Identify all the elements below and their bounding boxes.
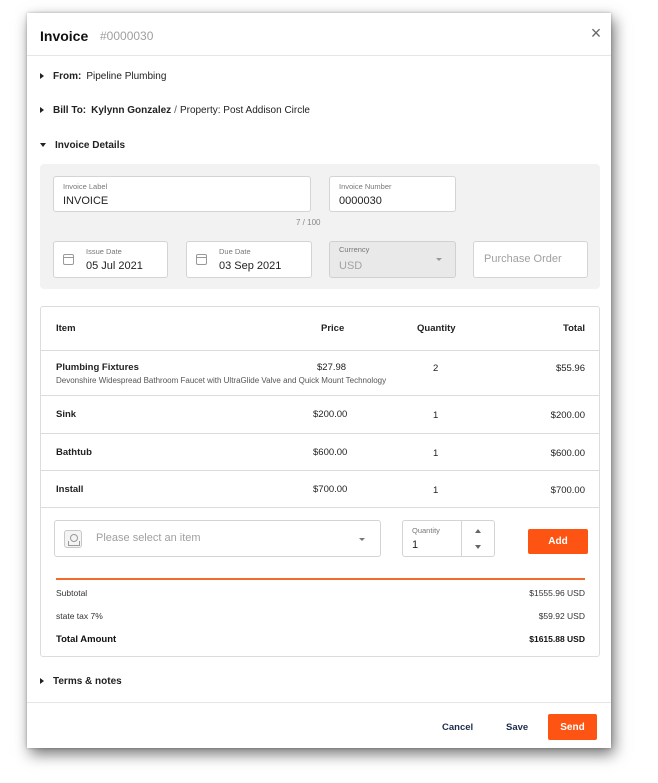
invoice-number-field-label: Invoice Number [339, 182, 392, 191]
bill-to-name: Kylynn Gonzalez [91, 104, 172, 116]
due-date-value: 03 Sep 2021 [219, 260, 282, 272]
from-section-toggle[interactable]: From: Pipeline Plumbing [40, 68, 166, 84]
row-quantity: 2 [433, 363, 439, 374]
quantity-stepper-label: Quantity [412, 526, 440, 535]
issue-date-label: Issue Date [86, 247, 122, 256]
row-item-name: Install [56, 484, 84, 495]
bill-to-separator: / [174, 104, 177, 116]
issue-date-field[interactable]: Issue Date 05 Jul 2021 [53, 241, 168, 278]
row-quantity: 1 [433, 448, 439, 459]
chevron-down-icon [436, 258, 442, 261]
row-item-description: Devonshire Widespread Bathroom Faucet wi… [56, 376, 387, 385]
item-select-placeholder: Please select an item [96, 532, 201, 544]
caret-right-icon [40, 73, 44, 79]
send-button[interactable]: Send [548, 714, 597, 740]
totals-divider [56, 578, 585, 580]
invoice-number-label: #0000030 [100, 29, 154, 43]
row-total: $200.00 [550, 410, 585, 421]
footer-divider [27, 702, 611, 703]
calendar-icon [63, 254, 74, 265]
due-date-label: Due Date [219, 247, 251, 256]
row-price: $600.00 [313, 447, 348, 458]
table-row[interactable]: Install $700.00 1 $700.00 [41, 471, 599, 508]
calendar-icon [196, 254, 207, 265]
invoice-details-panel: Invoice Label INVOICE 7 / 100 Invoice Nu… [40, 164, 600, 289]
cancel-button[interactable]: Cancel [442, 722, 473, 733]
total-amount-value: $1615.88 USD [529, 634, 585, 644]
caret-down-icon [40, 143, 46, 147]
quantity-spinner [461, 521, 494, 556]
item-select[interactable]: Please select an item [54, 520, 381, 557]
table-row[interactable]: Sink $200.00 1 $200.00 [41, 396, 599, 434]
row-item-name: Plumbing Fixtures [56, 362, 139, 373]
due-date-field[interactable]: Due Date 03 Sep 2021 [186, 241, 312, 278]
purchase-order-placeholder: Purchase Order [484, 253, 562, 265]
invoice-number-field-value: 0000030 [339, 195, 382, 207]
table-row[interactable]: Plumbing Fixtures Devonshire Widespread … [41, 351, 599, 396]
invoice-label-field-label: Invoice Label [63, 182, 108, 191]
decrement-icon[interactable] [475, 545, 481, 549]
purchase-order-field[interactable]: Purchase Order [473, 241, 588, 278]
currency-value: USD [339, 260, 363, 272]
currency-select: Currency USD [329, 241, 456, 278]
invoice-label-field[interactable]: Invoice Label INVOICE [53, 176, 311, 212]
column-header-quantity: Quantity [417, 323, 456, 334]
issue-date-value: 05 Jul 2021 [86, 260, 143, 272]
product-icon [64, 530, 82, 548]
row-item-name: Bathtub [56, 447, 92, 458]
invoice-modal: Invoice #0000030 × From: Pipeline Plumbi… [27, 13, 611, 748]
line-items-table: Item Price Quantity Total Plumbing Fixtu… [40, 306, 600, 657]
tax-label: state tax 7% [56, 611, 103, 621]
row-price: $27.98 [317, 362, 347, 373]
from-label: From: [53, 70, 82, 82]
increment-icon[interactable] [475, 529, 481, 533]
invoice-details-section-toggle[interactable]: Invoice Details [40, 137, 130, 153]
chevron-down-icon [359, 538, 365, 541]
row-total: $600.00 [550, 448, 585, 459]
tax-value: $59.92 USD [538, 611, 585, 621]
add-item-button[interactable]: Add [528, 529, 588, 554]
save-button[interactable]: Save [506, 722, 528, 733]
bill-to-property: Property: Post Addison Circle [179, 104, 310, 116]
modal-header: Invoice #0000030 × [27, 13, 611, 56]
terms-section-toggle[interactable]: Terms & notes [40, 673, 127, 689]
invoice-details-label: Invoice Details [55, 139, 126, 151]
subtotal-label: Subtotal [56, 588, 88, 598]
row-quantity: 1 [433, 485, 439, 496]
caret-right-icon [40, 107, 44, 113]
terms-label: Terms & notes [53, 675, 122, 687]
table-header: Item Price Quantity Total [41, 307, 599, 351]
row-price: $200.00 [313, 409, 348, 420]
from-value: Pipeline Plumbing [86, 70, 167, 82]
quantity-stepper-value: 1 [412, 539, 419, 551]
bill-to-section-toggle[interactable]: Bill To: Kylynn Gonzalez / Property: Pos… [40, 102, 310, 118]
row-quantity: 1 [433, 410, 439, 421]
row-total: $700.00 [550, 485, 585, 496]
row-total: $55.96 [555, 363, 585, 374]
column-header-item: Item [56, 323, 76, 334]
total-amount-label: Total Amount [56, 634, 117, 645]
row-item-name: Sink [56, 409, 77, 420]
row-price: $700.00 [313, 484, 348, 495]
invoice-label-counter: 7 / 100 [296, 218, 321, 227]
column-header-price: Price [321, 323, 345, 334]
bill-to-label: Bill To: [53, 104, 87, 116]
subtotal-value: $1555.96 USD [529, 588, 585, 598]
invoice-label-field-value: INVOICE [63, 195, 109, 207]
column-header-total: Total [563, 323, 585, 334]
invoice-number-field[interactable]: Invoice Number 0000030 [329, 176, 456, 212]
caret-right-icon [40, 678, 44, 684]
quantity-stepper[interactable]: Quantity 1 [402, 520, 495, 557]
modal-title: Invoice [40, 28, 89, 44]
table-row[interactable]: Bathtub $600.00 1 $600.00 [41, 434, 599, 471]
close-icon[interactable]: × [587, 24, 605, 42]
currency-label: Currency [339, 245, 370, 254]
